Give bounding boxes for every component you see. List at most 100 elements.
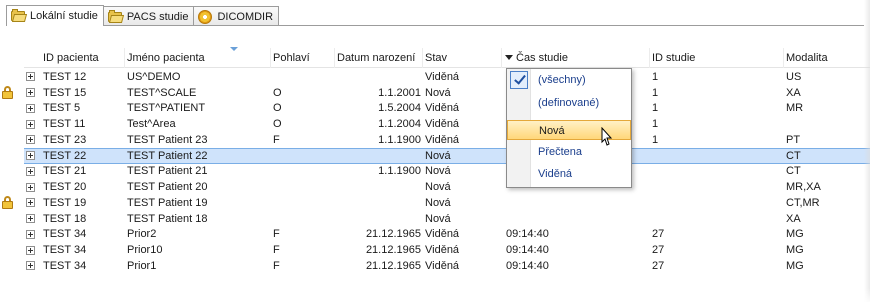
mouse-pointer-icon bbox=[601, 127, 613, 146]
cell-state: Viděná bbox=[425, 244, 460, 257]
cell-patient-id: TEST 12 bbox=[43, 70, 87, 83]
cell-study-id: 1 bbox=[652, 70, 659, 83]
tab-dicomdir[interactable]: DICOMDIR bbox=[193, 6, 280, 26]
cell-sex: O bbox=[273, 102, 282, 115]
header-sex[interactable]: Pohlaví bbox=[271, 47, 335, 68]
cell-patient-name: Test^Area bbox=[127, 118, 176, 131]
cell-patient-name: US^DEMO bbox=[127, 70, 181, 83]
cell-study-id: 27 bbox=[652, 244, 665, 257]
cell-sex: F bbox=[273, 259, 280, 272]
table-row[interactable]: TEST 34 Prior1 F 21.12.1965 Viděná 09:14:40 27… bbox=[24, 258, 870, 274]
cell-patient-id: TEST 22 bbox=[43, 149, 87, 162]
cell-study-id: 1 bbox=[652, 133, 659, 146]
cell-modality: XA bbox=[786, 212, 801, 225]
tab-local-studies[interactable]: Lokální studie bbox=[6, 5, 104, 26]
study-table: TEST 12 US^DEMO Viděná 1 US TEST 15 TEST^SCALE… bbox=[2, 69, 870, 274]
expand-icon[interactable] bbox=[26, 88, 35, 98]
table-row[interactable]: TEST 11 Test^Area O 1.1.2004 Viděná 1 bbox=[24, 116, 870, 132]
bottom-fade bbox=[0, 288, 870, 302]
table-row[interactable]: TEST 18 TEST Patient 18 Nová XA bbox=[24, 211, 870, 227]
cell-state: Nová bbox=[425, 165, 451, 178]
expand-icon[interactable] bbox=[26, 261, 35, 271]
cell-patient-id: TEST 34 bbox=[43, 259, 87, 272]
cell-birth-date: 1.1.1900 bbox=[378, 133, 421, 146]
cell-birth-date: 21.12.1965 bbox=[365, 259, 421, 272]
table-row[interactable]: TEST 5 TEST^PATIENT O 1.5.2004 Viděná 1 MR bbox=[24, 101, 870, 117]
header-patient-name[interactable]: Jméno pacienta bbox=[125, 47, 271, 68]
expand-icon[interactable] bbox=[26, 214, 35, 224]
expand-icon[interactable] bbox=[26, 182, 35, 192]
cell-patient-id: TEST 34 bbox=[43, 228, 87, 241]
cell-patient-id: TEST 34 bbox=[43, 244, 87, 257]
expand-icon[interactable] bbox=[26, 72, 35, 82]
cell-patient-name: Prior2 bbox=[127, 228, 157, 241]
header-study-time[interactable]: Čas studie bbox=[502, 47, 650, 68]
expand-icon[interactable] bbox=[26, 119, 35, 129]
cell-modality: US bbox=[786, 70, 802, 83]
table-row[interactable]: TEST 21 TEST Patient 21 1.1.1900 Nová CT bbox=[24, 164, 870, 180]
cell-patient-name: TEST Patient 23 bbox=[127, 133, 208, 146]
cell-state: Viděná bbox=[425, 259, 460, 272]
cell-birth-date: 1.1.1900 bbox=[378, 165, 421, 178]
cell-birth-date: 1.5.2004 bbox=[378, 102, 421, 115]
menu-item-seen[interactable]: Viděná bbox=[533, 164, 629, 184]
disc-icon bbox=[198, 9, 214, 24]
cell-patient-id: TEST 5 bbox=[43, 102, 81, 115]
table-row[interactable]: TEST 15 TEST^SCALE O 1.1.2001 Nová 1 XA bbox=[2, 85, 870, 101]
header-label: Datum narození bbox=[337, 51, 416, 64]
tab-divider bbox=[6, 25, 864, 26]
table-row[interactable]: TEST 12 US^DEMO Viděná 1 US bbox=[24, 69, 870, 85]
header-study-id[interactable]: ID studie bbox=[650, 47, 784, 68]
header-label: Modalita bbox=[786, 51, 828, 64]
cell-study-time: 09:14:40 bbox=[506, 244, 549, 257]
cell-study-time: 09:14:40 bbox=[506, 228, 549, 241]
cell-sex: F bbox=[273, 133, 280, 146]
header-state[interactable]: Stav bbox=[423, 47, 502, 68]
tab-pacs-studies[interactable]: PACS studie bbox=[102, 6, 195, 26]
checkmark-icon bbox=[510, 71, 528, 89]
cell-sex: O bbox=[273, 118, 282, 131]
table-row[interactable]: TEST 34 Prior2 F 21.12.1965 Viděná 09:14:40 27… bbox=[24, 227, 870, 243]
cell-patient-name: TEST Patient 21 bbox=[127, 165, 208, 178]
folder-icon bbox=[107, 9, 124, 24]
cell-state: Viděná bbox=[425, 102, 460, 115]
cell-birth-date: 21.12.1965 bbox=[365, 228, 421, 241]
tab-bar: Lokální studie PACS studie DICOMDIR bbox=[6, 5, 280, 26]
menu-item-all[interactable]: (všechny) bbox=[533, 70, 629, 90]
menu-item-defined[interactable]: (definované) bbox=[533, 93, 629, 113]
cell-modality: CT,MR bbox=[786, 196, 820, 209]
table-row[interactable]: TEST 19 TEST Patient 19 Nová CT,MR bbox=[2, 195, 870, 211]
table-row[interactable]: TEST 22 TEST Patient 22 Nová CT bbox=[24, 147, 870, 164]
cell-modality: XA bbox=[786, 86, 801, 99]
expand-icon[interactable] bbox=[26, 103, 35, 113]
cell-study-id: 27 bbox=[652, 228, 665, 241]
tab-label: PACS studie bbox=[126, 10, 189, 23]
table-row[interactable]: TEST 23 TEST Patient 23 F 1.1.1900 Viděná 1 PT bbox=[24, 132, 870, 148]
cell-patient-id: TEST 15 bbox=[43, 86, 87, 99]
expand-icon[interactable] bbox=[26, 198, 35, 208]
lock-icon bbox=[2, 196, 13, 209]
cell-modality: MG bbox=[786, 244, 804, 257]
expand-icon[interactable] bbox=[26, 245, 35, 255]
header-modality[interactable]: Modalita bbox=[784, 48, 868, 68]
expand-icon[interactable] bbox=[26, 135, 35, 145]
expand-icon[interactable] bbox=[26, 151, 35, 161]
cell-patient-name: TEST Patient 20 bbox=[127, 181, 208, 194]
expand-icon[interactable] bbox=[26, 166, 35, 176]
cell-patient-name: TEST^PATIENT bbox=[127, 102, 206, 115]
grid-header: ID pacienta Jméno pacienta Pohlaví Datum… bbox=[24, 47, 870, 68]
cell-patient-name: Prior10 bbox=[127, 244, 163, 257]
table-row[interactable]: TEST 20 TEST Patient 20 Nová MR,XA bbox=[24, 179, 870, 195]
table-row[interactable]: TEST 34 Prior10 F 21.12.1965 Viděná 09:14:40 2… bbox=[24, 242, 870, 258]
header-patient-id[interactable]: ID pacienta bbox=[41, 47, 125, 68]
filter-dropdown-icon[interactable] bbox=[504, 53, 513, 62]
cell-state: Viděná bbox=[425, 228, 460, 241]
expand-icon[interactable] bbox=[26, 229, 35, 239]
header-birth-date[interactable]: Datum narození bbox=[335, 47, 423, 68]
cell-state: Nová bbox=[425, 196, 451, 209]
cell-study-time: 09:14:40 bbox=[506, 259, 549, 272]
cell-state: Viděná bbox=[425, 118, 460, 131]
cell-state: Nová bbox=[425, 149, 451, 162]
cell-patient-id: TEST 23 bbox=[43, 133, 87, 146]
cell-modality: PT bbox=[786, 133, 801, 146]
